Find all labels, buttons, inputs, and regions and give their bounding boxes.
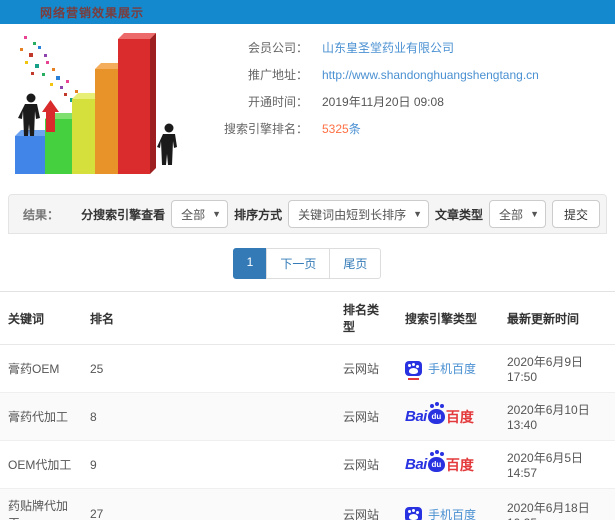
confetti-dots — [20, 36, 81, 104]
sort-filter-value: 关键词由短到长排序 — [298, 207, 407, 222]
updated-cell: 2020年6月5日 14:57 — [499, 440, 615, 489]
bar-chart-illustration — [15, 33, 177, 174]
results-table: 关键词 排名 排名类型 搜索引擎类型 最新更新时间 膏药OEM 25 云网站 手… — [0, 291, 615, 520]
rank-cell: 8 — [82, 392, 335, 441]
article-type-value: 全部 — [499, 207, 524, 222]
col-header-updated: 最新更新时间 — [499, 291, 615, 345]
top-bar: 网络营销效果展示 — [0, 0, 615, 24]
page-button-current[interactable]: 1 — [232, 248, 268, 279]
keyword-cell: 膏药代加工 — [0, 392, 82, 441]
updated-cell: 2020年6月9日 17:50 — [499, 344, 615, 393]
page-title: 网络营销效果展示 — [40, 5, 145, 20]
col-header-keyword: 关键词 — [0, 291, 82, 345]
result-label: 结果： — [23, 207, 60, 222]
article-type-label: 文章类型 — [435, 207, 484, 222]
chevron-down-icon: ▼ — [413, 209, 423, 219]
mobile-baidu-logo: 手机百度 — [405, 506, 491, 520]
baidu-cn-text: 百度 — [445, 409, 474, 425]
chevron-down-icon: ▼ — [212, 209, 222, 219]
engine-filter-value: 全部 — [181, 207, 206, 222]
rank-type-cell: 云网站 — [335, 344, 397, 393]
engine-filter-label: 分搜索引擎查看 — [81, 207, 166, 222]
table-header-row: 关键词 排名 排名类型 搜索引擎类型 最新更新时间 — [0, 291, 615, 345]
info-row-company: 会员公司： 山东皇圣堂药业有限公司 — [190, 34, 615, 61]
rank-type-cell: 云网站 — [335, 392, 397, 441]
open-time-value: 2019年11月20日 09:08 — [322, 95, 444, 109]
table-row: 膏药代加工 8 云网站 Bai du 百度 2020年6月10日 13:40 — [0, 392, 615, 441]
filters: 分搜索引擎查看 全部 ▼ 排序方式 关键词由短到长排序 ▼ 文章类型 全部 ▼ … — [81, 200, 600, 228]
member-info: 会员公司： 山东皇圣堂药业有限公司 推广地址： http://www.shand… — [190, 28, 615, 190]
baidu-paw-icon: du — [427, 452, 445, 472]
company-label: 会员公司： — [247, 41, 308, 55]
mobile-baidu-paw-icon — [405, 506, 422, 520]
businessman-right — [157, 123, 177, 165]
engine-filter-select[interactable]: 全部 ▼ — [171, 200, 229, 228]
keyword-cell: 膏药OEM — [0, 344, 82, 393]
bars — [15, 33, 156, 174]
page-button-next[interactable]: 下一页 — [266, 248, 331, 279]
pagination: 1 下一页 尾页 — [0, 248, 615, 279]
engine-type-cell: Bai du 百度 — [397, 392, 499, 441]
promotion-url-label: 推广地址： — [247, 68, 308, 82]
engine-rank-value: 5325条 — [322, 120, 361, 137]
keyword-cell: OEM代加工 — [0, 440, 82, 489]
table-row: 药贴牌代加工 27 云网站 手机百度 2020年6月18日 10:25 — [0, 488, 615, 520]
col-header-engine-type: 搜索引擎类型 — [397, 291, 499, 345]
info-row-engine-rank: 搜索引擎排名： 5325条 — [190, 115, 615, 142]
company-link[interactable]: 山东皇圣堂药业有限公司 — [322, 39, 454, 56]
keyword-cell: 药贴牌代加工 — [0, 488, 82, 520]
hero-section: 会员公司： 山东皇圣堂药业有限公司 推广地址： http://www.shand… — [0, 24, 615, 190]
baidu-cn-text: 百度 — [445, 457, 474, 473]
engine-type-cell: 手机百度 — [397, 488, 499, 520]
rank-type-cell: 云网站 — [335, 440, 397, 489]
baidu-paw-icon: du — [427, 404, 445, 424]
submit-button[interactable]: 提交 — [551, 200, 600, 228]
page-button-last[interactable]: 尾页 — [329, 248, 382, 279]
rank-unit: 条 — [348, 122, 361, 136]
table-row: OEM代加工 9 云网站 Bai du 百度 2020年6月5日 14:57 — [0, 440, 615, 489]
updated-cell: 2020年6月18日 10:25 — [499, 488, 615, 520]
results-table-body: 膏药OEM 25 云网站 手机百度 2020年6月9日 17:50 膏药代加工 … — [0, 344, 615, 520]
updated-cell: 2020年6月10日 13:40 — [499, 392, 615, 441]
col-header-rank: 排名 — [82, 291, 335, 345]
result-filter-bar: 结果： 分搜索引擎查看 全部 ▼ 排序方式 关键词由短到长排序 ▼ 文章类型 全… — [8, 194, 607, 234]
rank-type-cell: 云网站 — [335, 488, 397, 520]
open-time-label: 开通时间： — [247, 95, 308, 109]
promotion-url-link[interactable]: http://www.shandonghuangshengtang.cn — [322, 68, 539, 82]
sort-filter-select[interactable]: 关键词由短到长排序 ▼ — [288, 200, 430, 228]
engine-type-cell: Bai du 百度 — [397, 440, 499, 489]
info-row-open-time: 开通时间： 2019年11月20日 09:08 — [190, 88, 615, 115]
mobile-baidu-logo: 手机百度 — [405, 360, 491, 380]
baidu-bai-text: Bai — [405, 456, 427, 473]
mobile-baidu-label: 手机百度 — [428, 507, 477, 520]
baidu-bai-text: Bai — [405, 408, 427, 425]
engine-rank-label: 搜索引擎排名： — [223, 122, 308, 136]
businessman-left — [18, 93, 40, 136]
mobile-baidu-label: 手机百度 — [428, 362, 477, 376]
rank-cell: 9 — [82, 440, 335, 489]
engine-type-cell: 手机百度 — [397, 344, 499, 393]
info-row-url: 推广地址： http://www.shandonghuangshengtang.… — [190, 61, 615, 88]
table-row: 膏药OEM 25 云网站 手机百度 2020年6月9日 17:50 — [0, 344, 615, 393]
mobile-baidu-paw-icon — [405, 361, 422, 380]
rank-cell: 25 — [82, 344, 335, 393]
baidu-logo: Bai du 百度 — [405, 404, 474, 425]
rank-cell: 27 — [82, 488, 335, 520]
baidu-logo: Bai du 百度 — [405, 452, 474, 473]
rank-count: 5325 — [322, 122, 349, 136]
col-header-rank-type: 排名类型 — [335, 291, 397, 345]
sort-filter-label: 排序方式 — [234, 207, 283, 222]
chevron-down-icon: ▼ — [530, 209, 539, 219]
article-type-select[interactable]: 全部 ▼ — [489, 200, 546, 228]
